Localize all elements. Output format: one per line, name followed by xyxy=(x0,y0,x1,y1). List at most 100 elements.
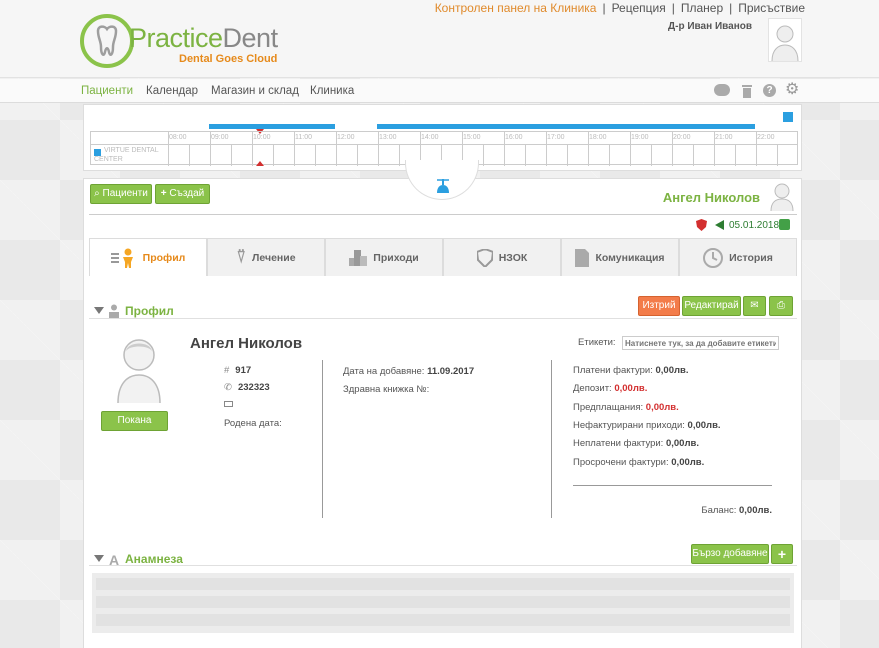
finance-value: 0,00лв. xyxy=(655,365,689,376)
print-button[interactable]: ⎙ xyxy=(769,296,793,316)
tab-profile[interactable]: Профил xyxy=(89,238,207,276)
finance-label: Неплатени фактури: xyxy=(573,438,664,450)
user-name[interactable]: Д-р Иван Иванов xyxy=(668,21,752,32)
finance-value: 0,00лв. xyxy=(645,401,679,413)
link-clinic-dashboard[interactable]: Контролен панел на Клиника xyxy=(435,1,597,15)
timeline-slot[interactable] xyxy=(693,144,694,166)
anamnesis-content xyxy=(92,573,794,633)
tab-nzok[interactable]: НЗОК xyxy=(443,238,561,276)
patient-header-divider xyxy=(89,214,797,215)
user-avatar-icon[interactable] xyxy=(768,18,802,62)
timeline-slot[interactable] xyxy=(609,144,610,166)
timeline-slot[interactable] xyxy=(756,132,757,166)
labels-input[interactable] xyxy=(622,336,779,350)
timeline-slot[interactable] xyxy=(231,144,232,166)
timeline-slot[interactable] xyxy=(210,132,211,166)
timeline-slot[interactable] xyxy=(189,144,190,166)
add-anamnesis-button[interactable]: + xyxy=(771,544,793,564)
tab-income[interactable]: Приходи xyxy=(325,238,443,276)
tab-communication[interactable]: Комуникация xyxy=(561,238,679,276)
separator: | xyxy=(602,1,606,15)
document-icon xyxy=(575,248,590,267)
timeline-slot[interactable] xyxy=(336,132,337,166)
timeline-hour-label: 13:00 xyxy=(379,134,397,141)
finance-label: Депозит: xyxy=(573,383,612,395)
finance-value: 0,00лв. xyxy=(687,419,721,431)
logo[interactable]: PracticeDent Dental Goes Cloud xyxy=(79,13,289,69)
separator: | xyxy=(671,1,675,15)
timeline-slot[interactable] xyxy=(735,144,736,166)
timeline-slot[interactable] xyxy=(777,144,778,166)
patient-avatar-icon xyxy=(114,333,164,405)
shield-alert-icon[interactable] xyxy=(696,219,707,234)
link-reception[interactable]: Рецепция xyxy=(612,1,666,15)
booked-slot-bar[interactable] xyxy=(209,124,335,129)
timeline-slot[interactable] xyxy=(315,144,316,166)
room-label: VIRTUE DENTAL CENTER xyxy=(94,146,168,164)
money-icon[interactable] xyxy=(779,219,790,230)
invite-button[interactable]: Покана xyxy=(101,411,168,431)
help-icon[interactable]: ? xyxy=(763,84,776,97)
chat-icon[interactable] xyxy=(714,84,730,96)
finance-value: 0,00лв. xyxy=(614,383,648,395)
profile-section-title: Профил xyxy=(125,304,174,318)
anamnesis-divider xyxy=(89,565,797,566)
last-visit-date[interactable]: 05.01.2018 xyxy=(729,220,779,231)
trash-icon[interactable] xyxy=(741,84,753,101)
tooth-icon: ⍢ xyxy=(236,248,247,266)
timeline-blue-square[interactable] xyxy=(783,112,793,122)
timeline-hour-label: 21:00 xyxy=(715,134,733,141)
timeline-slot[interactable] xyxy=(252,132,253,166)
nav-calendar[interactable]: Календар xyxy=(146,85,198,97)
phone-number[interactable]: 232323 xyxy=(238,382,270,393)
nav-patients[interactable]: Пациенти xyxy=(81,85,133,97)
timeline-slot[interactable] xyxy=(294,132,295,166)
collapse-anamnesis-icon[interactable] xyxy=(94,555,104,562)
finance-row: Неплатени фактури: 0,00лв. xyxy=(573,438,699,449)
timeline-slot[interactable] xyxy=(399,144,400,166)
timeline-slot[interactable] xyxy=(651,144,652,166)
timeline-slot[interactable] xyxy=(483,144,484,166)
timeline-slot[interactable] xyxy=(567,144,568,166)
timeline-slot[interactable] xyxy=(378,132,379,166)
timeline-slot[interactable] xyxy=(630,132,631,166)
nav-clinic[interactable]: Клиника xyxy=(310,85,354,97)
edit-button[interactable]: Редактирай xyxy=(682,296,741,316)
timeline-slot[interactable] xyxy=(168,132,169,166)
timeline-hour-label: 19:00 xyxy=(631,134,649,141)
anamnesis-section-title: Анамнеза xyxy=(125,552,183,566)
timeline-slot[interactable] xyxy=(546,132,547,166)
timeline-slot[interactable] xyxy=(357,144,358,166)
link-planner[interactable]: Планер xyxy=(681,1,723,15)
brand-tagline: Dental Goes Cloud xyxy=(179,53,278,65)
timeline-slot[interactable] xyxy=(714,132,715,166)
timeline-slot[interactable] xyxy=(588,132,589,166)
id-number: 917 xyxy=(235,365,252,376)
link-attendance[interactable]: Присъствие xyxy=(738,1,805,15)
timeline-slot[interactable] xyxy=(525,144,526,166)
tab-treatment[interactable]: ⍢ Лечение xyxy=(207,238,325,276)
timeline-hour-label: 10:00 xyxy=(253,134,271,141)
placeholder-row xyxy=(96,614,790,626)
collapse-profile-icon[interactable] xyxy=(94,307,104,314)
quick-add-button[interactable]: Бързо добавяне xyxy=(691,544,769,564)
timeline-hour-label: 16:00 xyxy=(505,134,523,141)
timeline-slot[interactable] xyxy=(504,132,505,166)
doctor-icon xyxy=(437,179,449,193)
create-button[interactable]: + Създай xyxy=(155,184,210,204)
patients-button[interactable]: ⌕ Пациенти xyxy=(90,184,152,204)
timeline-slot[interactable] xyxy=(273,144,274,166)
email-button[interactable]: ✉ xyxy=(743,296,766,316)
timeline-hour-label: 08:00 xyxy=(169,134,187,141)
timeline-slot[interactable] xyxy=(672,132,673,166)
finance-value: 0,00лв. xyxy=(671,456,705,468)
timeline-hour-label: 18:00 xyxy=(589,134,607,141)
booked-slot-bar[interactable] xyxy=(377,124,755,129)
gear-icon[interactable]: ⚙ xyxy=(785,82,799,98)
back-arrow-icon[interactable] xyxy=(715,220,724,230)
nav-shop-warehouse[interactable]: Магазин и склад xyxy=(211,85,299,97)
tab-history[interactable]: История xyxy=(679,238,797,276)
room-name-line1: VIRTUE DENTAL xyxy=(104,147,159,154)
delete-button[interactable]: Изтрий xyxy=(638,296,680,316)
coins-icon xyxy=(349,249,368,266)
